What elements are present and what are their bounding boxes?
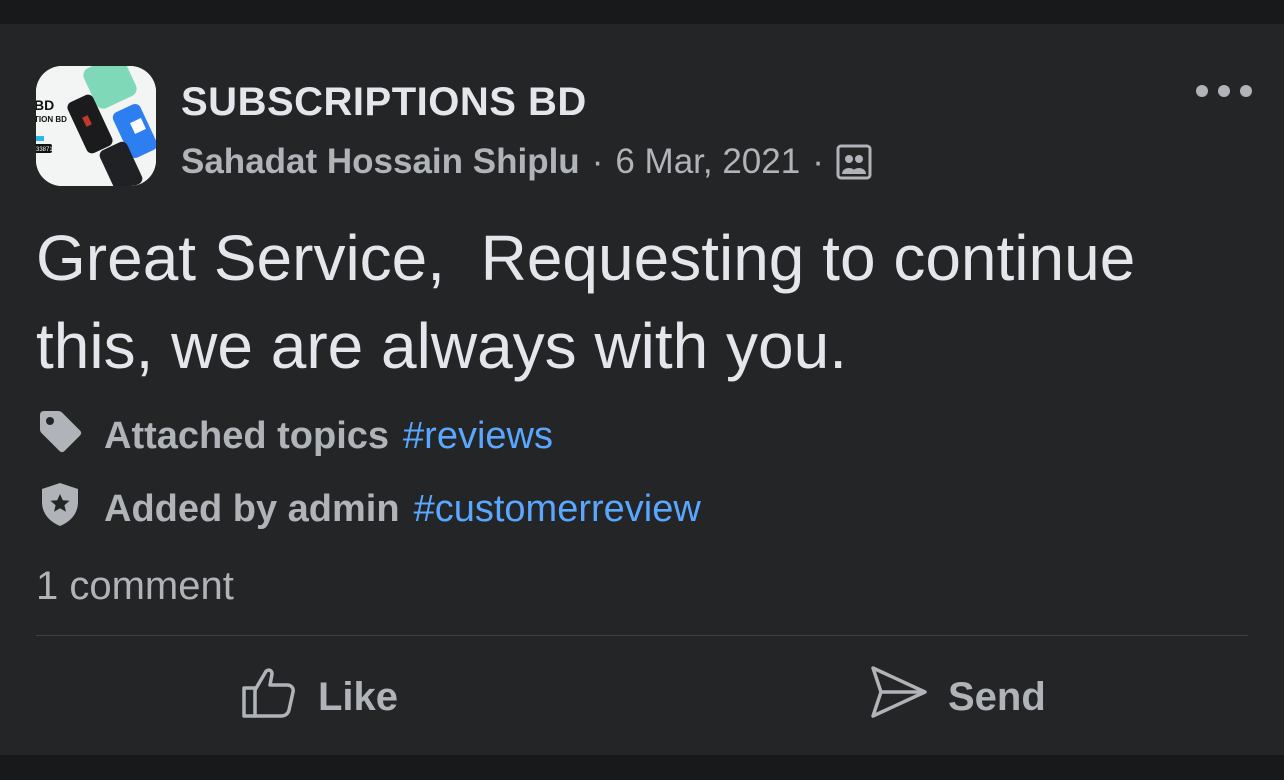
group-audience-icon (836, 144, 872, 180)
post-meta: Sahadat Hossain Shiplu · 6 Mar, 2021 · (181, 140, 872, 184)
divider (36, 635, 1248, 636)
hashtag-reviews-link[interactable]: #reviews (403, 415, 553, 458)
like-button[interactable]: Like (240, 664, 398, 730)
send-icon (868, 662, 928, 732)
avatar-text-2: TION BD (36, 115, 67, 124)
attached-topics-label: Attached topics (104, 414, 390, 457)
more-options-icon[interactable] (1196, 76, 1252, 106)
post-date[interactable]: 6 Mar, 2021 (615, 142, 800, 182)
meta-separator: · (812, 142, 824, 181)
thumbs-up-icon (240, 663, 298, 731)
added-by-admin-row: Added by admin #customerreview (36, 483, 701, 534)
avatar-text-3: 33871 (36, 147, 53, 153)
page-name[interactable]: SUBSCRIPTIONS BD (181, 80, 587, 125)
author-name[interactable]: Sahadat Hossain Shiplu (181, 142, 580, 182)
avatar-image: BD TION BD 33871 (36, 66, 156, 186)
post-card: BD TION BD 33871 SUBSCRIPTIONS BD Sahada… (0, 24, 1284, 755)
post-text: Great Service, Requesting to continue th… (36, 222, 1154, 382)
meta-separator: · (591, 142, 604, 181)
added-by-admin-label: Added by admin (104, 487, 400, 530)
attached-topics-row: Attached topics #reviews (36, 411, 553, 461)
avatar-text-1: BD (36, 97, 54, 113)
admin-shield-icon (36, 480, 84, 538)
like-label: Like (318, 674, 399, 719)
comment-count[interactable]: 1 comment (36, 564, 234, 609)
tag-icon (36, 407, 84, 465)
page-avatar[interactable]: BD TION BD 33871 (36, 66, 156, 186)
send-button[interactable]: Send (868, 664, 1046, 730)
hashtag-customerreview-link[interactable]: #customerreview (414, 488, 701, 531)
send-label: Send (948, 674, 1046, 719)
